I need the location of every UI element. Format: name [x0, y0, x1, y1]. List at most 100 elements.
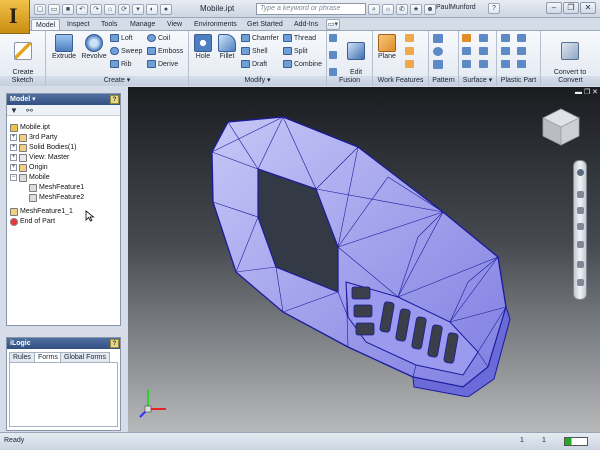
tab-model[interactable]: Model — [31, 19, 61, 30]
mobile-phone-mesh-model[interactable] — [188, 107, 528, 397]
plane-button[interactable]: Plane — [375, 34, 399, 61]
viewport-minimize-icon[interactable]: ▬ — [575, 89, 582, 96]
search-input[interactable]: Type a keyword or phrase — [256, 3, 366, 15]
lip-icon[interactable] — [517, 60, 526, 69]
return-icon[interactable]: ⌂ — [104, 3, 116, 15]
viewcube-icon[interactable] — [540, 107, 582, 147]
rib-button[interactable]: Rib — [110, 60, 131, 69]
redo-icon[interactable]: ↷ — [90, 3, 102, 15]
extrude-button[interactable]: Extrude — [50, 34, 78, 61]
work-point-icon[interactable] — [405, 47, 414, 56]
viewport-close-icon[interactable]: ✕ — [592, 89, 598, 96]
select-icon[interactable]: ▾ — [132, 3, 144, 15]
expand-icon[interactable]: + — [10, 164, 17, 171]
fusion-panel-label[interactable]: Fusion — [327, 76, 372, 86]
work-features-panel-label[interactable]: Work Features — [373, 76, 428, 86]
draft-button[interactable]: Draft — [241, 60, 267, 69]
tree-item-meshfeature2[interactable]: MeshFeature2 — [29, 193, 84, 202]
tab-environments[interactable]: Environments — [190, 19, 241, 30]
thicken-icon[interactable] — [462, 34, 471, 43]
split-button[interactable]: Split — [283, 47, 308, 56]
subscription-icon[interactable]: ☼ — [382, 3, 394, 15]
trim-icon[interactable] — [479, 47, 488, 56]
sketch-panel-label[interactable]: Sketch — [0, 76, 45, 86]
tree-item-mobile[interactable]: − Mobile — [10, 173, 50, 182]
appearance-icon[interactable]: ● — [160, 3, 172, 15]
loft-button[interactable]: Loft — [110, 34, 133, 43]
coil-button[interactable]: Coil — [147, 34, 170, 43]
filter-icon[interactable]: ▼ — [10, 106, 18, 115]
user-icon[interactable]: ☻ — [424, 3, 436, 15]
thread-button[interactable]: Thread — [283, 34, 316, 43]
material-icon[interactable]: ◐ — [146, 3, 158, 15]
shell-button[interactable]: Shell — [241, 47, 268, 56]
undo-icon[interactable]: ↶ — [76, 3, 88, 15]
surface-panel-label[interactable]: Surface ▾ — [459, 76, 496, 86]
tab-tools[interactable]: Tools — [97, 19, 121, 30]
tree-item-view-master[interactable]: + View: Master — [10, 153, 69, 162]
collapse-icon[interactable]: − — [10, 174, 17, 181]
graphics-window[interactable]: ▬ ❐ ✕ — [128, 87, 600, 432]
open-file-icon[interactable]: ▭ — [48, 3, 60, 15]
help-icon[interactable]: ? — [110, 95, 119, 104]
snap-fit-icon[interactable] — [517, 34, 526, 43]
patch-icon[interactable] — [479, 34, 488, 43]
combine-button[interactable]: Combine — [283, 60, 322, 69]
communication-center-icon[interactable]: ✆ — [396, 3, 408, 15]
convert-panel-label[interactable]: Convert — [541, 76, 600, 86]
expand-icon[interactable]: + — [10, 154, 17, 161]
restore-button[interactable]: ❐ — [563, 2, 579, 14]
app-menu-button[interactable]: I — [0, 0, 30, 34]
new-file-icon[interactable]: ▢ — [34, 3, 46, 15]
mirror-icon[interactable] — [433, 60, 443, 69]
ilogic-header[interactable]: iLogic ? — [7, 338, 120, 349]
circular-pattern-icon[interactable] — [433, 47, 443, 56]
binoculars-icon[interactable]: ⌕ — [368, 3, 380, 15]
extend-icon[interactable] — [479, 60, 488, 69]
boss-icon[interactable] — [501, 47, 510, 56]
tree-item-3rd-party[interactable]: +3rd Party — [10, 133, 57, 142]
chamfer-button[interactable]: Chamfer — [241, 34, 279, 43]
emboss-button[interactable]: Emboss — [147, 47, 183, 56]
zoom-all-icon[interactable] — [577, 261, 584, 268]
user-name[interactable]: PaulMunford — [436, 4, 476, 11]
tab-inspect[interactable]: Inspect — [63, 19, 94, 30]
fusion-tool1-icon[interactable] — [329, 34, 337, 42]
steering-wheel-icon[interactable] — [577, 169, 584, 176]
zoom-icon[interactable] — [577, 207, 584, 214]
tree-item-end-of-part[interactable]: End of Part — [10, 217, 55, 226]
expand-icon[interactable]: + — [10, 144, 17, 151]
work-axis-icon[interactable] — [405, 34, 414, 43]
close-button[interactable]: ✕ — [580, 2, 596, 14]
stitch-icon[interactable] — [462, 47, 471, 56]
find-icon[interactable]: ⚯ — [26, 106, 33, 115]
pan-icon[interactable] — [577, 191, 584, 198]
favorites-icon[interactable]: ★ — [410, 3, 422, 15]
tab-manage[interactable]: Manage — [126, 19, 159, 30]
ucs-icon[interactable] — [405, 60, 414, 69]
modify-panel-label[interactable]: Modify ▾ — [189, 76, 326, 86]
tree-item-origin[interactable]: + Origin — [10, 163, 48, 172]
grill-icon[interactable] — [501, 34, 510, 43]
ribbon-options-icon[interactable]: ▭▾ — [326, 19, 340, 30]
viewport-maximize-icon[interactable]: ❐ — [584, 89, 590, 96]
rule-fillet-icon[interactable] — [517, 47, 526, 56]
tab-forms[interactable]: Forms — [34, 352, 62, 362]
fusion-tool3-icon[interactable] — [329, 67, 337, 76]
save-icon[interactable]: ■ — [62, 3, 74, 15]
fillet-button[interactable]: Fillet — [215, 34, 239, 61]
rest-icon[interactable] — [501, 60, 510, 69]
sweep-button[interactable]: Sweep — [110, 47, 142, 56]
update-icon[interactable]: ⟳ — [118, 3, 130, 15]
minimize-button[interactable]: – — [546, 2, 562, 14]
tree-item-meshfeature1[interactable]: MeshFeature1 — [29, 183, 84, 192]
sculpt-icon[interactable] — [462, 60, 471, 69]
free-orbit-icon[interactable] — [577, 279, 584, 286]
help-icon[interactable]: ? — [488, 3, 500, 14]
expand-icon[interactable]: + — [10, 134, 17, 141]
rectangular-pattern-icon[interactable] — [433, 34, 443, 43]
orbit-icon[interactable] — [577, 223, 584, 230]
create-panel-label[interactable]: Create ▾ — [46, 76, 188, 86]
tab-global-forms[interactable]: Global Forms — [60, 352, 111, 362]
tree-item-solid-bodies[interactable]: + Solid Bodies(1) — [10, 143, 76, 152]
